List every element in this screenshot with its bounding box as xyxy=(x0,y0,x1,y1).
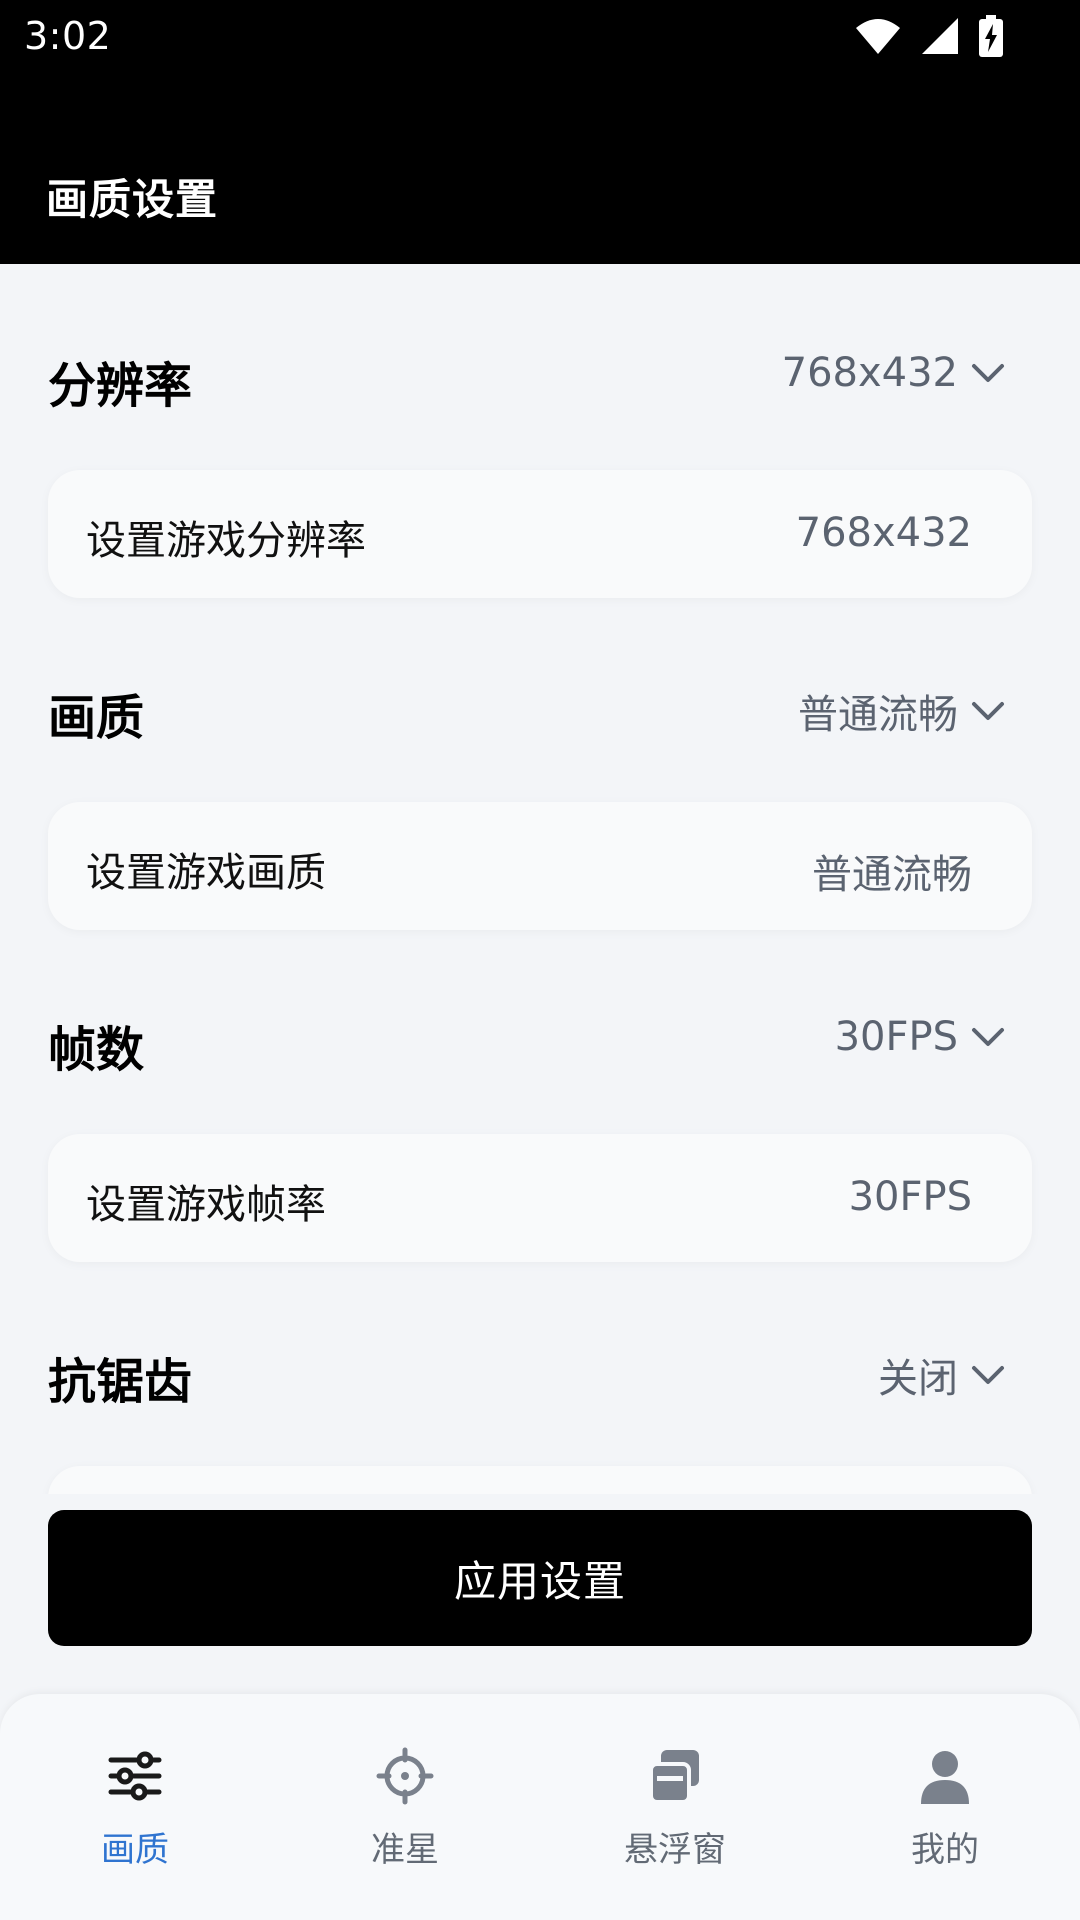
sliders-icon xyxy=(105,1746,165,1806)
quality-dropdown[interactable]: 普通流畅 xyxy=(798,682,1006,740)
resolution-dropdown-value: 768x432 xyxy=(781,350,958,396)
settings-list[interactable]: 分辨率 768x432 设置游戏分辨率 768x432 画质 普通流畅 设置游戏… xyxy=(0,264,1080,1494)
resolution-dropdown[interactable]: 768x432 xyxy=(782,350,1006,396)
nav-label: 准星 xyxy=(371,1830,439,1870)
section-title-fps: 帧数 xyxy=(48,1022,145,1078)
nav-item-floating-window[interactable]: 悬浮窗 xyxy=(575,1746,775,1876)
card-value: 768x432 xyxy=(795,510,972,556)
section-title-quality: 画质 xyxy=(48,690,145,746)
apply-settings-button[interactable]: 应用设置 xyxy=(48,1510,1032,1646)
signal-icon xyxy=(920,16,960,56)
card-value: 30FPS xyxy=(848,1174,972,1220)
chevron-down-icon xyxy=(972,702,1004,720)
section-title-antialias: 抗锯齿 xyxy=(48,1354,193,1410)
resolution-card[interactable]: 设置游戏分辨率 768x432 xyxy=(48,470,1032,598)
nav-label: 画质 xyxy=(101,1830,169,1870)
fps-dropdown-value: 30FPS xyxy=(834,1014,958,1060)
antialias-dropdown-value: 关闭 xyxy=(878,1356,958,1402)
fps-dropdown[interactable]: 30FPS xyxy=(835,1014,1006,1060)
antialias-card[interactable] xyxy=(48,1466,1032,1494)
quality-dropdown-value: 普通流畅 xyxy=(798,692,958,738)
section-fps-header: 帧数 30FPS xyxy=(0,990,1080,1090)
section-resolution-header: 分辨率 768x432 xyxy=(0,326,1080,426)
bottom-nav: 画质 准星 悬浮窗 我的 xyxy=(0,1694,1080,1920)
app-bar: 画质设置 xyxy=(0,80,1080,264)
status-icons xyxy=(854,15,1004,57)
status-time: 3:02 xyxy=(24,14,112,58)
nav-item-profile[interactable]: 我的 xyxy=(845,1746,1045,1876)
crosshair-icon xyxy=(375,1746,435,1806)
nav-item-quality[interactable]: 画质 xyxy=(35,1746,235,1876)
quality-card[interactable]: 设置游戏画质 普通流畅 xyxy=(48,802,1032,930)
nav-item-crosshair[interactable]: 准星 xyxy=(305,1746,505,1876)
user-icon xyxy=(915,1746,975,1806)
nav-label: 我的 xyxy=(911,1830,979,1870)
fps-card[interactable]: 设置游戏帧率 30FPS xyxy=(48,1134,1032,1262)
section-title-resolution: 分辨率 xyxy=(48,358,193,414)
battery-charging-icon xyxy=(978,15,1004,57)
card-value: 普通流畅 xyxy=(812,852,972,898)
nav-label: 悬浮窗 xyxy=(624,1830,726,1870)
card-label: 设置游戏帧率 xyxy=(86,1182,326,1228)
card-label: 设置游戏分辨率 xyxy=(86,518,366,564)
chevron-down-icon xyxy=(972,1366,1004,1384)
section-quality-header: 画质 普通流畅 xyxy=(0,658,1080,758)
card-label: 设置游戏画质 xyxy=(86,850,326,896)
status-bar: 3:02 xyxy=(0,0,1080,80)
windows-icon xyxy=(645,1746,705,1806)
wifi-icon xyxy=(854,16,902,56)
chevron-down-icon xyxy=(972,364,1004,382)
chevron-down-icon xyxy=(972,1028,1004,1046)
section-antialias-header: 抗锯齿 关闭 xyxy=(0,1322,1080,1422)
page-title: 画质设置 xyxy=(46,175,219,224)
antialias-dropdown[interactable]: 关闭 xyxy=(878,1346,1006,1404)
